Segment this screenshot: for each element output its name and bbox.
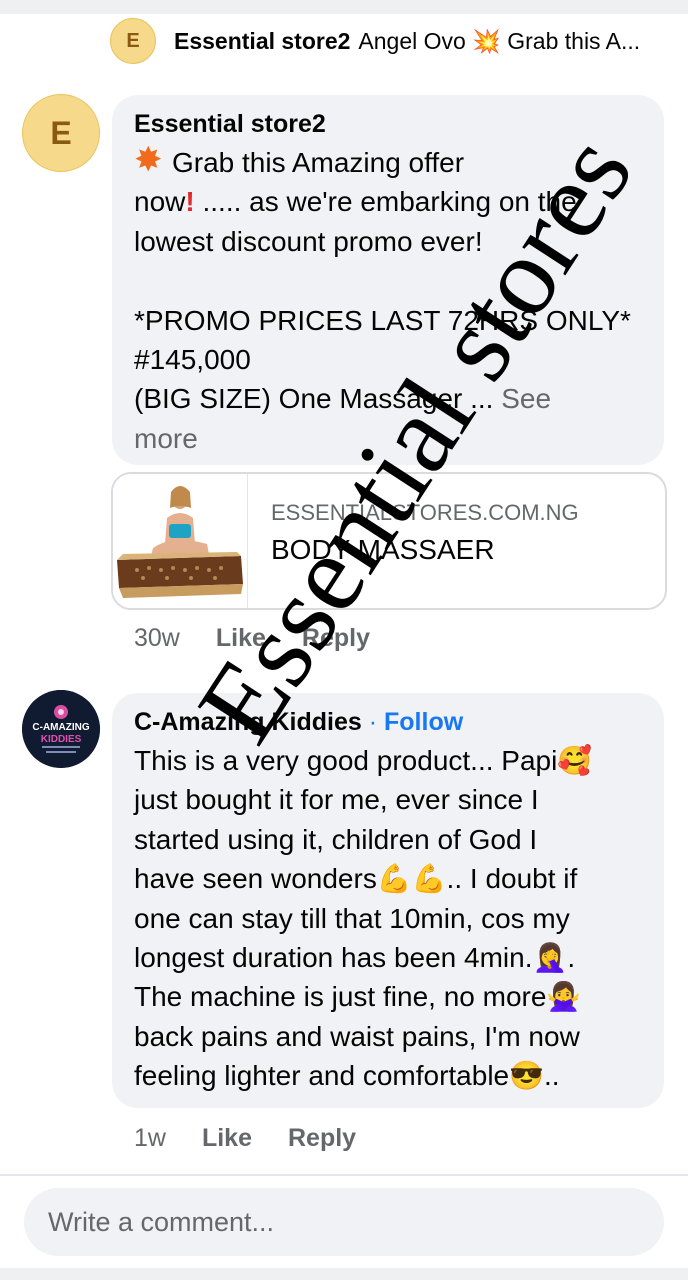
see-more-link[interactable]: more bbox=[134, 419, 631, 458]
comment-line: now bbox=[134, 186, 186, 218]
like-button[interactable]: Like bbox=[202, 1124, 252, 1153]
comment-line: started using it, children of God I bbox=[134, 823, 538, 855]
comment-text: Grab this Amazing offer now! ..... as we… bbox=[134, 143, 631, 458]
comment-text: This is a very good product... Papi🥰 jus… bbox=[134, 741, 592, 1096]
reply-preview-author[interactable]: Essential store2 bbox=[174, 28, 350, 55]
svg-text:C-AMAZING: C-AMAZING bbox=[32, 722, 89, 733]
comment-author[interactable]: Essential store2 bbox=[134, 110, 326, 139]
product-thumbnail[interactable] bbox=[113, 474, 248, 608]
comment-actions: 30w Like Reply bbox=[134, 624, 370, 653]
comment-line: The machine is just fine, no more🙅‍♀️ bbox=[134, 981, 582, 1013]
avatar[interactable]: E bbox=[22, 94, 100, 172]
comment-line: have seen wonders💪💪.. I doubt if bbox=[134, 863, 578, 895]
avatar[interactable]: C-AMAZING KIDDIES bbox=[22, 690, 100, 768]
comment-line: Grab this Amazing offer bbox=[172, 147, 465, 178]
comment-line bbox=[134, 261, 631, 300]
reply-button[interactable]: Reply bbox=[288, 1124, 356, 1153]
comment-line: (BIG SIZE) One Massager ... bbox=[134, 383, 502, 415]
follow-button[interactable]: Follow bbox=[384, 708, 463, 736]
reply-button[interactable]: Reply bbox=[302, 624, 370, 653]
collision-icon bbox=[134, 143, 164, 177]
comment-line: *PROMO PRICES LAST 72HRS ONLY* bbox=[134, 304, 631, 336]
see-more-link[interactable]: See bbox=[501, 383, 551, 414]
comment-author-row: C-Amazing Kiddies · Follow bbox=[134, 708, 463, 737]
massager-image-icon bbox=[113, 474, 247, 608]
comment-actions: 1w Like Reply bbox=[134, 1124, 356, 1153]
comment-timestamp[interactable]: 30w bbox=[134, 624, 180, 653]
comment-input-placeholder: Write a comment... bbox=[48, 1206, 275, 1237]
reply-preview-text: Angel Ovo 💥 Grab this A... bbox=[358, 27, 641, 54]
link-domain: ESSENTIALSTORES.COM.NG bbox=[271, 500, 579, 525]
follow-separator: · bbox=[361, 708, 385, 736]
bottom-bar bbox=[0, 1268, 688, 1280]
comment-line: This is a very good product... Papi🥰 bbox=[134, 745, 593, 776]
top-bar bbox=[0, 0, 688, 14]
exclamation-icon: ! bbox=[185, 186, 195, 218]
comment-line: back pains and waist pains, I'm now bbox=[134, 1020, 580, 1052]
like-button[interactable]: Like bbox=[216, 624, 266, 653]
comment-line: just bought it for me, ever since I bbox=[134, 784, 539, 816]
comment-line: feeling lighter and comfortable😎.. bbox=[134, 1060, 560, 1092]
reply-preview[interactable]: E Essential store2 Angel Ovo 💥 Grab this… bbox=[110, 18, 640, 64]
kiddies-logo-icon: C-AMAZING KIDDIES bbox=[22, 690, 100, 768]
comment-line: #145,000 bbox=[134, 344, 251, 376]
divider bbox=[0, 1174, 688, 1176]
comment-timestamp[interactable]: 1w bbox=[134, 1124, 166, 1153]
comment-author[interactable]: C-Amazing Kiddies bbox=[134, 708, 362, 736]
comment-line: ..... as we're embarking on the bbox=[194, 186, 577, 218]
comment-line: longest duration has been 4min.🤦‍♀️. bbox=[134, 942, 576, 974]
comment-line: lowest discount promo ever! bbox=[134, 225, 483, 257]
comment-line: one can stay till that 10min, cos my bbox=[134, 902, 570, 934]
link-preview-card[interactable]: ESSENTIALSTORES.COM.NG BODY MASSAER bbox=[111, 472, 667, 610]
avatar[interactable]: E bbox=[110, 18, 156, 64]
link-title: BODY MASSAER bbox=[271, 534, 495, 565]
comment-input[interactable]: Write a comment... bbox=[24, 1188, 664, 1256]
svg-text:KIDDIES: KIDDIES bbox=[41, 734, 82, 745]
